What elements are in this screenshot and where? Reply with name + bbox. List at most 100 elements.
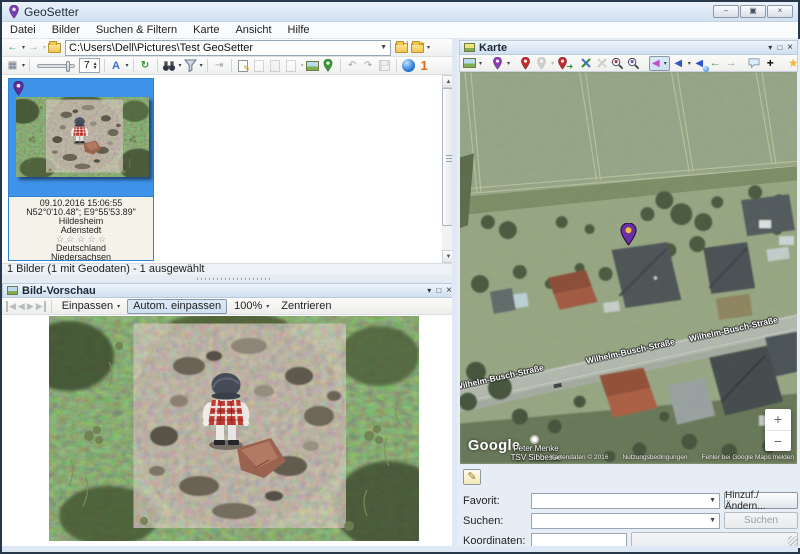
map-type-caret-icon[interactable]: ▾ [479, 60, 482, 67]
copy-button[interactable] [252, 58, 267, 74]
history-forward-caret-icon[interactable]: ▾ [43, 44, 46, 51]
menu-datei[interactable]: Datei [2, 23, 44, 37]
spin-down-icon[interactable]: ▼ [93, 66, 98, 70]
filter-funnel-icon[interactable] [183, 58, 198, 74]
preview-title: Bild-Vorschau [22, 285, 96, 297]
first-image-button[interactable]: ◀ [6, 301, 16, 312]
marker-options-button[interactable] [534, 55, 549, 71]
map-position-marker[interactable] [620, 223, 637, 246]
columns-spinner[interactable]: 7 ▲▼ [79, 58, 100, 73]
filter-caret-icon[interactable]: ▾ [200, 62, 203, 69]
refresh-button[interactable]: ↻ [138, 58, 153, 74]
view-mode-button[interactable]: ▦ [5, 58, 20, 74]
map-canvas[interactable]: Wilhelm-Busch-Straße Wilhelm-Busch-Straß… [460, 72, 797, 464]
zoom-to-marker-icon[interactable] [626, 55, 641, 71]
right-column: Karte ▾ □ × ▾ ▾ ▾ ➜ [457, 39, 800, 548]
horizontal-splitter[interactable] [2, 275, 457, 283]
copy-special-button[interactable] [284, 58, 299, 74]
center-button[interactable]: Zentrieren [276, 299, 336, 314]
search-button[interactable]: Suchen [724, 512, 798, 529]
open-folder-icon[interactable] [47, 40, 62, 56]
goto-position-button[interactable]: ◀ [671, 55, 686, 71]
pan-mode-toggle[interactable]: ◀▾ [649, 56, 670, 71]
prev-image-button[interactable]: ◀ [18, 301, 25, 312]
map-forward-button[interactable]: → [724, 55, 739, 71]
columns-value: 7 [84, 60, 90, 71]
folder-favorites-button[interactable]: ★ [410, 40, 425, 56]
last-image-button[interactable]: ▶ [36, 301, 46, 312]
view-mode-caret-icon[interactable]: ▾ [22, 62, 25, 69]
menu-hilfe[interactable]: Hilfe [280, 23, 318, 37]
save-button[interactable] [377, 58, 392, 74]
assign-position-button[interactable]: ➜ [555, 55, 570, 71]
edit-favorites-button[interactable]: ✎ [463, 469, 481, 485]
history-back-caret-icon[interactable]: ▾ [22, 44, 25, 51]
copy-special-caret-icon[interactable]: ▾ [301, 62, 304, 69]
search-binoculars-icon[interactable] [162, 58, 177, 74]
map-titlebar: Karte ▾ □ × [459, 40, 798, 55]
menu-karte[interactable]: Karte [185, 23, 227, 37]
map-back-button[interactable]: ← [708, 55, 723, 71]
resize-button[interactable]: ⇥ [212, 58, 227, 74]
menu-suchen-filtern[interactable]: Suchen & Filtern [88, 23, 185, 37]
path-caret-icon[interactable]: ▼ [377, 44, 387, 51]
next-image-button[interactable]: ▶ [27, 301, 34, 312]
marker-options-caret-icon[interactable]: ▾ [551, 60, 554, 67]
redo-button[interactable]: ↷ [361, 58, 376, 74]
close-button[interactable]: × [767, 5, 793, 18]
sort-button[interactable]: A [109, 58, 124, 74]
path-combobox[interactable]: C:\Users\Dell\Pictures\Test GeoSetter ▼ [65, 40, 391, 56]
minimize-button[interactable]: – [713, 5, 739, 18]
terms-link[interactable]: Nutzungsbedingungen [622, 454, 687, 461]
history-forward-button[interactable]: → [26, 40, 41, 56]
map-close-icon[interactable]: × [787, 42, 793, 53]
favorite-label: Favorit: [463, 495, 527, 507]
folder-favorites-caret-icon[interactable]: ▾ [427, 44, 430, 51]
google-earth-button[interactable] [401, 58, 416, 74]
restore-button[interactable]: ▣ [740, 5, 766, 18]
zoom-level-button[interactable]: 100%▾ [229, 299, 274, 314]
zoom-to-all-markers-icon[interactable] [610, 55, 625, 71]
sort-caret-icon[interactable]: ▾ [126, 62, 129, 69]
show-image-button[interactable] [305, 58, 320, 74]
map-type-button[interactable] [462, 55, 477, 71]
sync-markers-disabled-icon[interactable] [594, 55, 609, 71]
map-float-icon[interactable]: □ [777, 43, 782, 52]
menu-ansicht[interactable]: Ansicht [227, 23, 279, 37]
goto-home-button[interactable]: ◀ [692, 55, 707, 71]
preview-float-icon[interactable]: □ [436, 286, 441, 295]
map-zoom-control: + − [765, 409, 791, 451]
map-favorites-star-button[interactable]: ★ [786, 55, 800, 71]
report-error-link[interactable]: Fehler bei Google Maps melden [702, 454, 795, 461]
set-marker-button[interactable] [518, 55, 533, 71]
history-back-button[interactable]: ← [5, 40, 20, 56]
favorites-pin-button[interactable] [490, 55, 505, 71]
edit-data-button[interactable]: ✎ [236, 58, 251, 74]
resize-grip[interactable] [788, 536, 798, 546]
zoom-out-button[interactable]: − [765, 431, 791, 452]
track-pin-icon[interactable] [321, 58, 336, 74]
goto-position-caret-icon[interactable]: ▾ [688, 60, 691, 67]
poi-dot-icon [530, 435, 539, 444]
favorite-add-button[interactable]: Hinzuf./Ändern... [724, 492, 798, 509]
preview-menu-icon[interactable]: ▾ [427, 286, 431, 295]
fit-button[interactable]: Einpassen▾ [57, 299, 125, 314]
map-menu-icon[interactable]: ▾ [768, 43, 772, 52]
sync-markers-icon[interactable] [578, 55, 593, 71]
thumbnail-item-selected[interactable]: 09.10.2016 15:06:55 N52°0'10.48"; E9°55'… [8, 78, 154, 261]
thumbnail-size-slider[interactable] [37, 64, 75, 68]
add-position-button[interactable]: + [763, 55, 778, 71]
favorites-pin-caret-icon[interactable]: ▾ [507, 60, 510, 67]
main-toolbar: ▦ ▾ 7 ▲▼ A ▾ ↻ ▾ ▾ ⇥ ✎ ▾ ↶ [2, 57, 457, 75]
tooltip-bubble-icon[interactable] [747, 55, 762, 71]
menu-bilder[interactable]: Bilder [44, 23, 88, 37]
autofit-toggle[interactable]: Autom. einpassen [127, 299, 227, 314]
paste-button[interactable] [268, 58, 283, 74]
search-caret-icon[interactable]: ▾ [179, 62, 182, 69]
undo-button[interactable]: ↶ [345, 58, 360, 74]
search-combobox[interactable]: ▼ [531, 513, 720, 529]
image-count-status: 1 Bilder (1 mit Geodaten) - 1 ausgewählt [2, 264, 457, 275]
zoom-in-button[interactable]: + [765, 409, 791, 430]
favorite-combobox[interactable]: ▼ [531, 493, 720, 509]
folder-up-button[interactable]: ↑ [394, 40, 409, 56]
